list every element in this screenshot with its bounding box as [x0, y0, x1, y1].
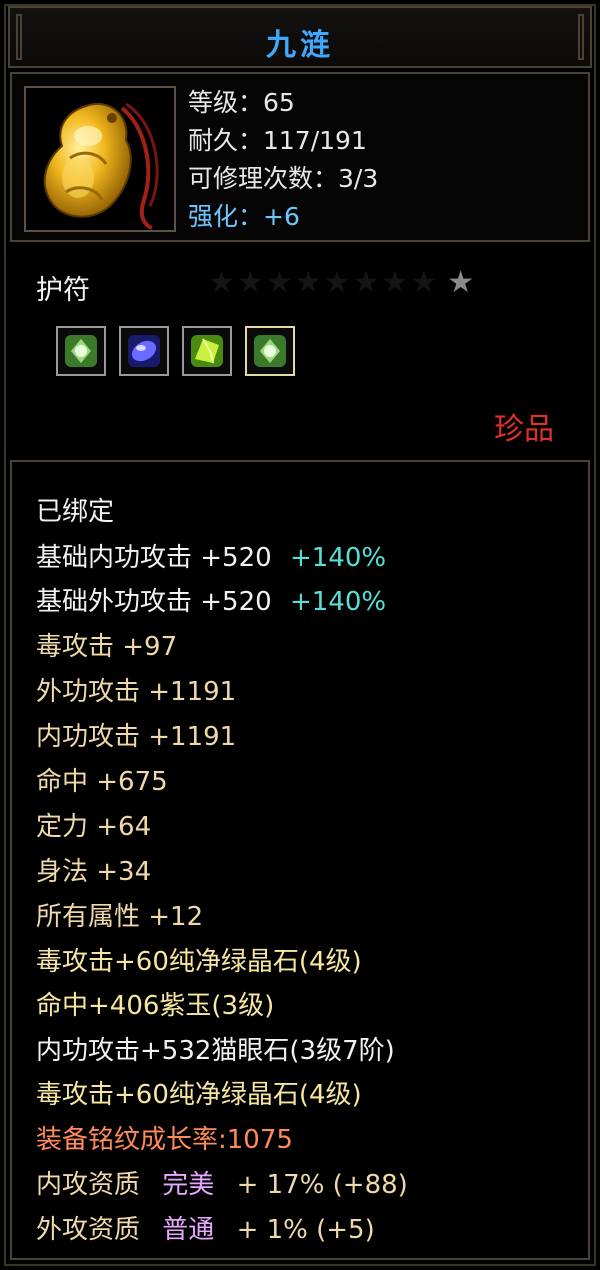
green-crystal-icon: [191, 335, 223, 367]
purple-jade-icon: [128, 335, 160, 367]
attr-all: 所有属性 +12: [36, 902, 204, 932]
attr-gem-3: 内功攻击+532猫眼石(3级7阶): [36, 1036, 395, 1066]
attr-base-inner-text: 基础内功攻击 +520: [36, 543, 272, 573]
item-header: 等级：65 耐久：117/191 可修理次数：3/3 强化：+6: [10, 72, 590, 242]
gem-slot-3[interactable]: [182, 326, 232, 376]
attr-base-outer-bonus: +140%: [289, 587, 387, 617]
attribute-panel: 已绑定 基础内功攻击 +520 +140% 基础外功攻击 +520 +140% …: [10, 460, 590, 1260]
attr-poison: 毒攻击 +97: [36, 632, 178, 662]
outer-quality-grade: 普通: [162, 1215, 215, 1245]
repair-count-text: 可修理次数：3/3: [188, 164, 379, 193]
amulet-icon: [43, 102, 159, 230]
title-bar: 九涟: [8, 6, 592, 68]
item-type: 护符: [36, 275, 90, 306]
star-icon: ★: [447, 265, 475, 300]
star-icon: ★: [323, 265, 351, 300]
inner-quality-label: 内攻资质: [36, 1170, 141, 1200]
outer-quality-label: 外攻资质: [36, 1215, 141, 1245]
star-icon: ★: [208, 265, 235, 300]
gem-slot-2[interactable]: [119, 326, 169, 376]
gem-slots: [56, 326, 295, 376]
attr-base-outer: 基础外功攻击 +520 +140%: [36, 582, 386, 622]
item-name: 九涟: [266, 28, 334, 63]
star-rating: ★ ★ ★ ★ ★ ★ ★ ★ ★: [208, 266, 474, 300]
star-icon: ★: [236, 265, 264, 300]
growth-rate: 装备铭纹成长率:1075: [36, 1125, 293, 1155]
inner-quality: 内攻资质 完美 + 17% (+88): [36, 1165, 408, 1205]
star-icon: ★: [265, 265, 293, 300]
enhance-text: 强化：+6: [188, 202, 300, 231]
attr-base-inner-bonus: +140%: [289, 543, 387, 573]
gem-slot-4[interactable]: [245, 326, 295, 376]
star-icon: ★: [294, 265, 322, 300]
outer-quality-value: + 1% (+5): [236, 1215, 375, 1245]
item-stats: 等级：65 耐久：117/191 可修理次数：3/3 强化：+6: [188, 84, 378, 236]
inner-quality-value: + 17% (+88): [236, 1170, 408, 1200]
attr-base-inner: 基础内功攻击 +520 +140%: [36, 538, 386, 578]
attr-base-outer-text: 基础外功攻击 +520: [36, 587, 272, 617]
rarity-label: 珍品: [494, 412, 554, 447]
star-icon: ★: [410, 265, 438, 300]
bound-status: 已绑定: [36, 497, 115, 527]
gem-slot-1[interactable]: [56, 326, 106, 376]
green-crystal-icon: [254, 335, 286, 367]
item-icon-slot[interactable]: [24, 86, 176, 232]
attr-agility: 身法 +34: [36, 857, 152, 887]
outer-quality: 外攻资质 普通 + 1% (+5): [36, 1210, 375, 1250]
star-icon: ★: [381, 265, 409, 300]
durability-text: 耐久：117/191: [188, 126, 367, 155]
attr-gem-1: 毒攻击+60纯净绿晶石(4级): [36, 947, 362, 977]
attr-gem-4: 毒攻击+60纯净绿晶石(4级): [36, 1080, 362, 1110]
attr-hit: 命中 +675: [36, 767, 168, 797]
attr-gem-2: 命中+406紫玉(3级): [36, 991, 275, 1021]
level-text: 等级：65: [188, 88, 295, 117]
inner-quality-grade: 完美: [162, 1170, 215, 1200]
attr-outer-attack: 外功攻击 +1191: [36, 677, 237, 707]
green-crystal-icon: [65, 335, 97, 367]
attr-focus: 定力 +64: [36, 812, 152, 842]
star-icon: ★: [352, 265, 380, 300]
attr-inner-attack: 内功攻击 +1191: [36, 722, 237, 752]
